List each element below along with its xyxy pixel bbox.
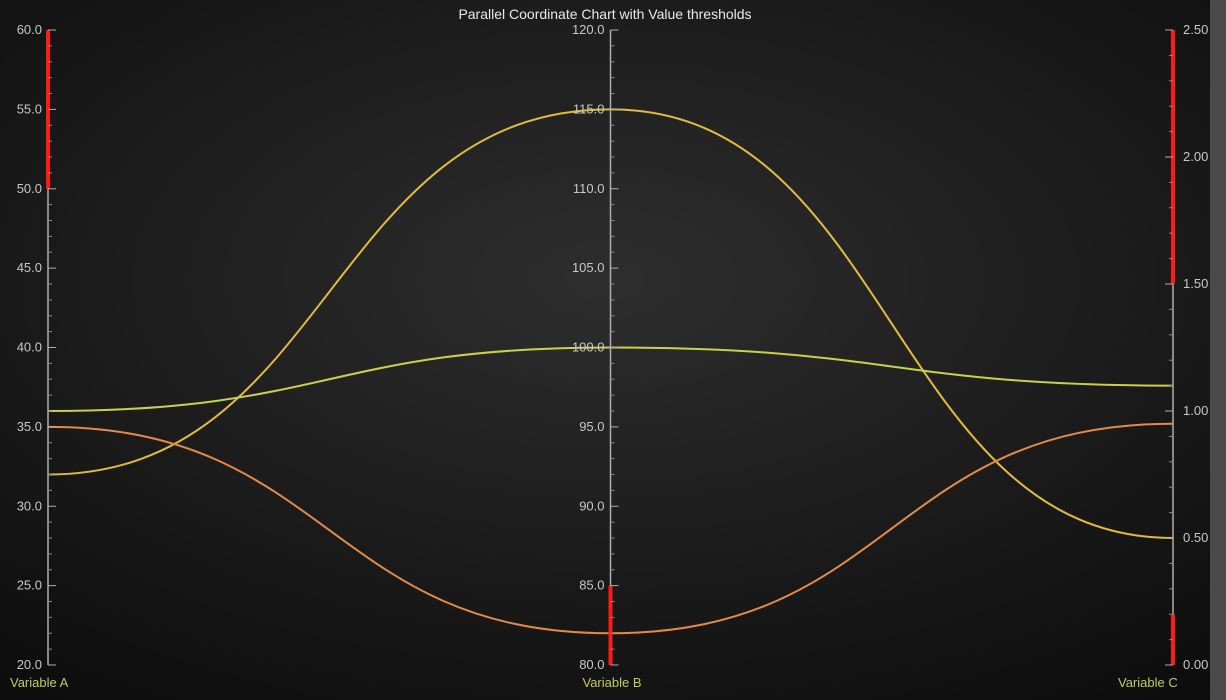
svg-text:100.0: 100.0 <box>572 340 605 355</box>
svg-text:25.0: 25.0 <box>17 578 42 593</box>
svg-text:2.50: 2.50 <box>1183 22 1208 37</box>
tick: 1.00 <box>1165 403 1208 418</box>
svg-text:0.50: 0.50 <box>1183 530 1208 545</box>
tick: 85.0 <box>579 578 618 593</box>
tick: 100.0 <box>572 340 619 355</box>
tick: 45.0 <box>17 260 56 275</box>
tick: 110.0 <box>573 181 619 196</box>
chart-container: Parallel Coordinate Chart with Value thr… <box>0 0 1210 700</box>
axis-0[interactable]: 20.0 25.0 30.0 35.0 40.0 45.0 50.0 55.0 60.0 Vari… <box>10 22 69 690</box>
svg-text:95.0: 95.0 <box>579 419 604 434</box>
svg-text:50.0: 50.0 <box>17 181 42 196</box>
svg-text:80.0: 80.0 <box>579 657 604 672</box>
axis-label: Variable A <box>10 675 69 690</box>
tick: 40.0 <box>17 340 56 355</box>
tick: 20.0 <box>17 657 56 672</box>
tick: 115.0 <box>573 101 619 116</box>
svg-text:90.0: 90.0 <box>579 498 604 513</box>
tick: 80.0 <box>579 657 618 672</box>
tick: 30.0 <box>17 498 56 513</box>
tick: 95.0 <box>579 419 618 434</box>
svg-text:1.00: 1.00 <box>1183 403 1208 418</box>
tick: 60.0 <box>17 22 56 37</box>
svg-text:2.00: 2.00 <box>1183 149 1208 164</box>
tick: 105.0 <box>572 260 619 275</box>
tick: 90.0 <box>579 498 618 513</box>
svg-text:20.0: 20.0 <box>17 657 42 672</box>
svg-text:40.0: 40.0 <box>17 340 42 355</box>
svg-text:85.0: 85.0 <box>579 578 604 593</box>
axis-2[interactable]: 0.00 0.50 1.00 1.50 2.00 2.50 Variable C <box>1118 22 1208 690</box>
axis-label: Variable B <box>583 675 642 690</box>
svg-text:110.0: 110.0 <box>573 181 605 196</box>
axis-1[interactable]: 80.0 85.0 90.0 95.0 100.0 105.0 110.0 115.0 120.… <box>572 22 642 690</box>
svg-text:120.0: 120.0 <box>572 22 605 37</box>
tick: 50.0 <box>17 181 56 196</box>
parallel-coordinates-chart: 20.0 25.0 30.0 35.0 40.0 45.0 50.0 55.0 60.0 Vari… <box>0 0 1210 700</box>
svg-text:105.0: 105.0 <box>572 260 605 275</box>
svg-text:55.0: 55.0 <box>17 101 42 116</box>
axis-label: Variable C <box>1118 675 1178 690</box>
svg-text:60.0: 60.0 <box>17 22 42 37</box>
tick: 55.0 <box>17 101 56 116</box>
svg-text:45.0: 45.0 <box>17 260 42 275</box>
svg-text:0.00: 0.00 <box>1183 657 1208 672</box>
svg-text:35.0: 35.0 <box>17 419 42 434</box>
tick: 0.50 <box>1165 530 1208 545</box>
tick: 35.0 <box>17 419 56 434</box>
svg-text:30.0: 30.0 <box>17 498 42 513</box>
svg-text:1.50: 1.50 <box>1183 276 1208 291</box>
svg-text:115.0: 115.0 <box>573 101 605 116</box>
tick: 25.0 <box>17 578 56 593</box>
tick: 120.0 <box>572 22 619 37</box>
